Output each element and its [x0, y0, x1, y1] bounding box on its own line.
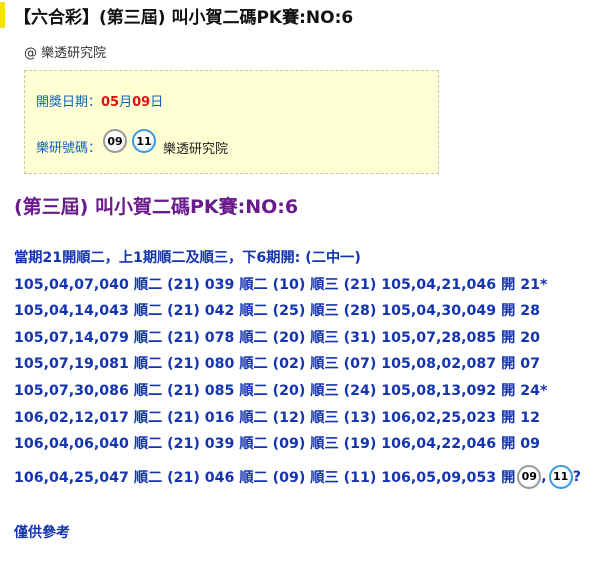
records-list: 當期21開順二，上1期順二及順三，下6期開: (二中一) 105,04,07,0…	[14, 248, 610, 490]
number-ball-blue: 11	[132, 129, 157, 153]
page-title: 【六合彩】(第三屆) 叫小賀二碼PK賽:NO:6	[14, 8, 354, 28]
records-intro: 當期21開順二，上1期順二及順三，下6期開: (二中一)	[14, 250, 361, 266]
lab-numbers-label: 樂研號碼：	[36, 140, 102, 156]
list-item: 105,04,14,043 順二 (21) 042 順二 (25) 順三 (28…	[14, 303, 540, 320]
number-ball-blue: 11	[548, 464, 573, 489]
draw-day: 09	[132, 95, 151, 110]
day-unit: 日	[150, 95, 164, 110]
disclaimer: 僅供參考	[14, 525, 70, 541]
title-bar: 【六合彩】(第三屆) 叫小賀二碼PK賽:NO:6	[0, 0, 610, 30]
list-item: 105,04,07,040 順二 (21) 039 順二 (10) 順三 (21…	[14, 276, 548, 293]
draw-month: 05	[101, 95, 120, 110]
source-name: 樂透研究院	[163, 141, 229, 157]
ball-separator: ,	[541, 468, 547, 485]
list-item-latest: 106,04,25,047 順二 (21) 046 順二 (09) 順三 (11…	[14, 464, 610, 490]
number-ball-gray: 09	[517, 464, 542, 489]
title-accent-bar	[0, 2, 5, 28]
source-link[interactable]: @ 樂透研究院	[24, 42, 106, 61]
info-box: 開獎日期：05月09日 樂研號碼： 09 11 樂透研究院	[24, 70, 439, 174]
lab-numbers-row: 樂研號碼： 09 11 樂透研究院	[36, 125, 228, 157]
latest-record-text: 106,04,25,047 順二 (21) 046 順二 (09) 順三 (11…	[14, 469, 516, 486]
number-ball-gray: 09	[103, 129, 128, 153]
draw-date-row: 開獎日期：05月09日	[36, 91, 163, 110]
section-heading: (第三屆) 叫小賀二碼PK賽:NO:6	[14, 196, 299, 218]
list-item: 105,07,30,086 順二 (21) 085 順二 (20) 順三 (24…	[14, 382, 548, 399]
list-item: 106,04,06,040 順二 (21) 039 順二 (09) 順三 (19…	[14, 436, 540, 453]
pending-mark: ?	[572, 468, 581, 485]
list-item: 106,02,12,017 順二 (21) 016 順二 (12) 順三 (13…	[14, 409, 540, 426]
list-item: 105,07,14,079 順二 (21) 078 順二 (20) 順三 (31…	[14, 329, 540, 346]
month-unit: 月	[119, 95, 133, 110]
list-item: 105,07,19,081 順二 (21) 080 順二 (02) 順三 (07…	[14, 356, 540, 373]
draw-date-label: 開獎日期：	[36, 95, 102, 110]
